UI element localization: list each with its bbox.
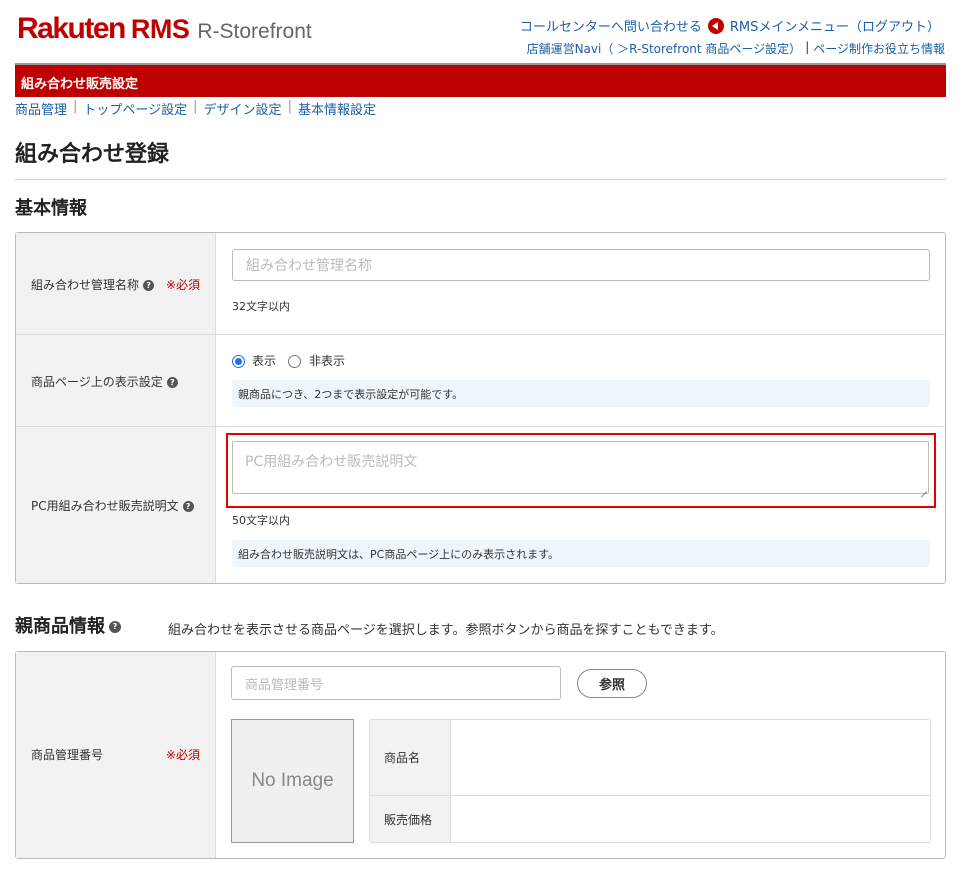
- product-name-row: 商品名: [370, 720, 930, 796]
- help-icon[interactable]: ?: [182, 501, 194, 512]
- subnav-item-design[interactable]: デザイン設定: [204, 99, 282, 118]
- description-note: 組み合わせ販売説明文は、PC商品ページ上にのみ表示されます。: [232, 540, 930, 567]
- name-label-text: 組み合わせ管理名称: [31, 278, 140, 292]
- parent-product-description: 組み合わせを表示させる商品ページを選択します。参照ボタンから商品を探すこともでき…: [168, 623, 724, 638]
- title-divider: [15, 179, 946, 180]
- top-links: コールセンターへ問い合わせる RMSメインメニュー（ ログアウト）: [520, 16, 940, 35]
- resize-grip-icon[interactable]: [919, 484, 927, 492]
- radio-hide-label[interactable]: 非表示: [309, 352, 345, 369]
- name-row: 組み合わせ管理名称? ※必須 組み合わせ管理名称 32文字以内: [16, 233, 945, 335]
- radio-hide[interactable]: [288, 355, 301, 368]
- parent-product-heading: 親商品情報?: [15, 612, 121, 638]
- title-bar-text: 組み合わせ販売設定: [21, 77, 139, 92]
- display-row: 商品ページ上の表示設定? 表示 非表示 親商品につき、2つまで表示設定が可能です…: [16, 335, 945, 427]
- display-label-text: 商品ページ上の表示設定: [31, 375, 163, 389]
- required-badge: ※必須: [166, 278, 201, 292]
- help-icon[interactable]: ?: [109, 621, 121, 633]
- name-label-cell: 組み合わせ管理名称? ※必須: [16, 233, 216, 334]
- subnav-item-products[interactable]: 商品管理: [15, 99, 67, 118]
- subnav-item-top-page[interactable]: トップページ設定: [83, 99, 187, 118]
- logo-product: R-Storefront: [197, 20, 312, 43]
- description-textarea[interactable]: PC用組み合わせ販売説明文: [232, 441, 929, 494]
- display-note: 親商品につき、2つまで表示設定が可能です。: [232, 380, 930, 407]
- logout-link[interactable]: ログアウト）: [862, 16, 940, 35]
- basic-info-panel: 組み合わせ管理名称? ※必須 組み合わせ管理名称 32文字以内 商品ページ上の表…: [15, 232, 946, 584]
- sublinks-separator: |: [805, 40, 810, 54]
- basic-info-heading: 基本情報: [15, 198, 87, 219]
- title-bar: 組み合わせ販売設定: [15, 63, 946, 97]
- help-info-link[interactable]: ページ制作お役立ち情報: [813, 40, 945, 57]
- help-icon[interactable]: ?: [143, 280, 155, 291]
- description-label: PC用組み合わせ販売説明文?: [31, 497, 194, 514]
- radio-show[interactable]: [232, 355, 245, 368]
- display-label-cell: 商品ページ上の表示設定?: [16, 335, 216, 426]
- product-name-label: 商品名: [370, 720, 451, 795]
- sub-navigation: 商品管理 | トップページ設定 | デザイン設定 | 基本情報設定: [15, 99, 376, 118]
- display-label: 商品ページ上の表示設定?: [31, 373, 178, 390]
- page-title: 組み合わせ登録: [15, 142, 170, 167]
- price-label: 販売価格: [370, 796, 451, 842]
- product-code-label: 商品管理番号: [31, 748, 104, 762]
- logo-rakuten: Rakuten: [17, 12, 126, 45]
- store-navi-link[interactable]: 店舗運営Navi（ ＞R-Storefront 商品ページ設定）: [527, 40, 802, 57]
- no-image-placeholder: No Image: [231, 719, 354, 843]
- rakuten-rms-logo[interactable]: Rakuten RMS R-Storefront: [17, 12, 312, 46]
- rms-menu-arrow-icon: [707, 17, 724, 34]
- reference-button[interactable]: 参照: [577, 669, 647, 698]
- call-center-link[interactable]: コールセンターへ問い合わせる: [520, 16, 702, 35]
- name-input[interactable]: 組み合わせ管理名称: [232, 249, 930, 281]
- product-code-input[interactable]: 商品管理番号: [231, 666, 561, 700]
- name-label: 組み合わせ管理名称?: [31, 276, 155, 293]
- subnav-separator: |: [73, 99, 78, 114]
- description-label-text: PC用組み合わせ販売説明文: [31, 499, 179, 513]
- description-label-cell: PC用組み合わせ販売説明文?: [16, 427, 216, 583]
- description-placeholder: PC用組み合わせ販売説明文: [245, 454, 418, 470]
- product-info-table: 商品名 販売価格: [369, 719, 931, 843]
- subnav-item-basic-info[interactable]: 基本情報設定: [298, 99, 376, 118]
- parent-product-title: 親商品情報: [15, 616, 105, 637]
- help-icon[interactable]: ?: [166, 377, 178, 388]
- description-hint: 50文字以内: [232, 514, 290, 527]
- required-badge: ※必須: [166, 748, 201, 762]
- radio-show-label[interactable]: 表示: [252, 352, 276, 369]
- logo-rms: RMS: [130, 14, 190, 44]
- sub-links: 店舗運営Navi（ ＞R-Storefront 商品ページ設定） | ページ制作…: [527, 40, 945, 57]
- price-row: 販売価格: [370, 796, 930, 842]
- name-hint: 32文字以内: [232, 300, 290, 313]
- rms-main-menu-link[interactable]: RMSメインメニュー（: [730, 16, 862, 35]
- product-code-label-cell: 商品管理番号 ※必須: [16, 652, 216, 858]
- subnav-separator: |: [287, 99, 292, 114]
- subnav-separator: |: [193, 99, 198, 114]
- header: Rakuten RMS R-Storefront コールセンターへ問い合わせる …: [0, 0, 962, 64]
